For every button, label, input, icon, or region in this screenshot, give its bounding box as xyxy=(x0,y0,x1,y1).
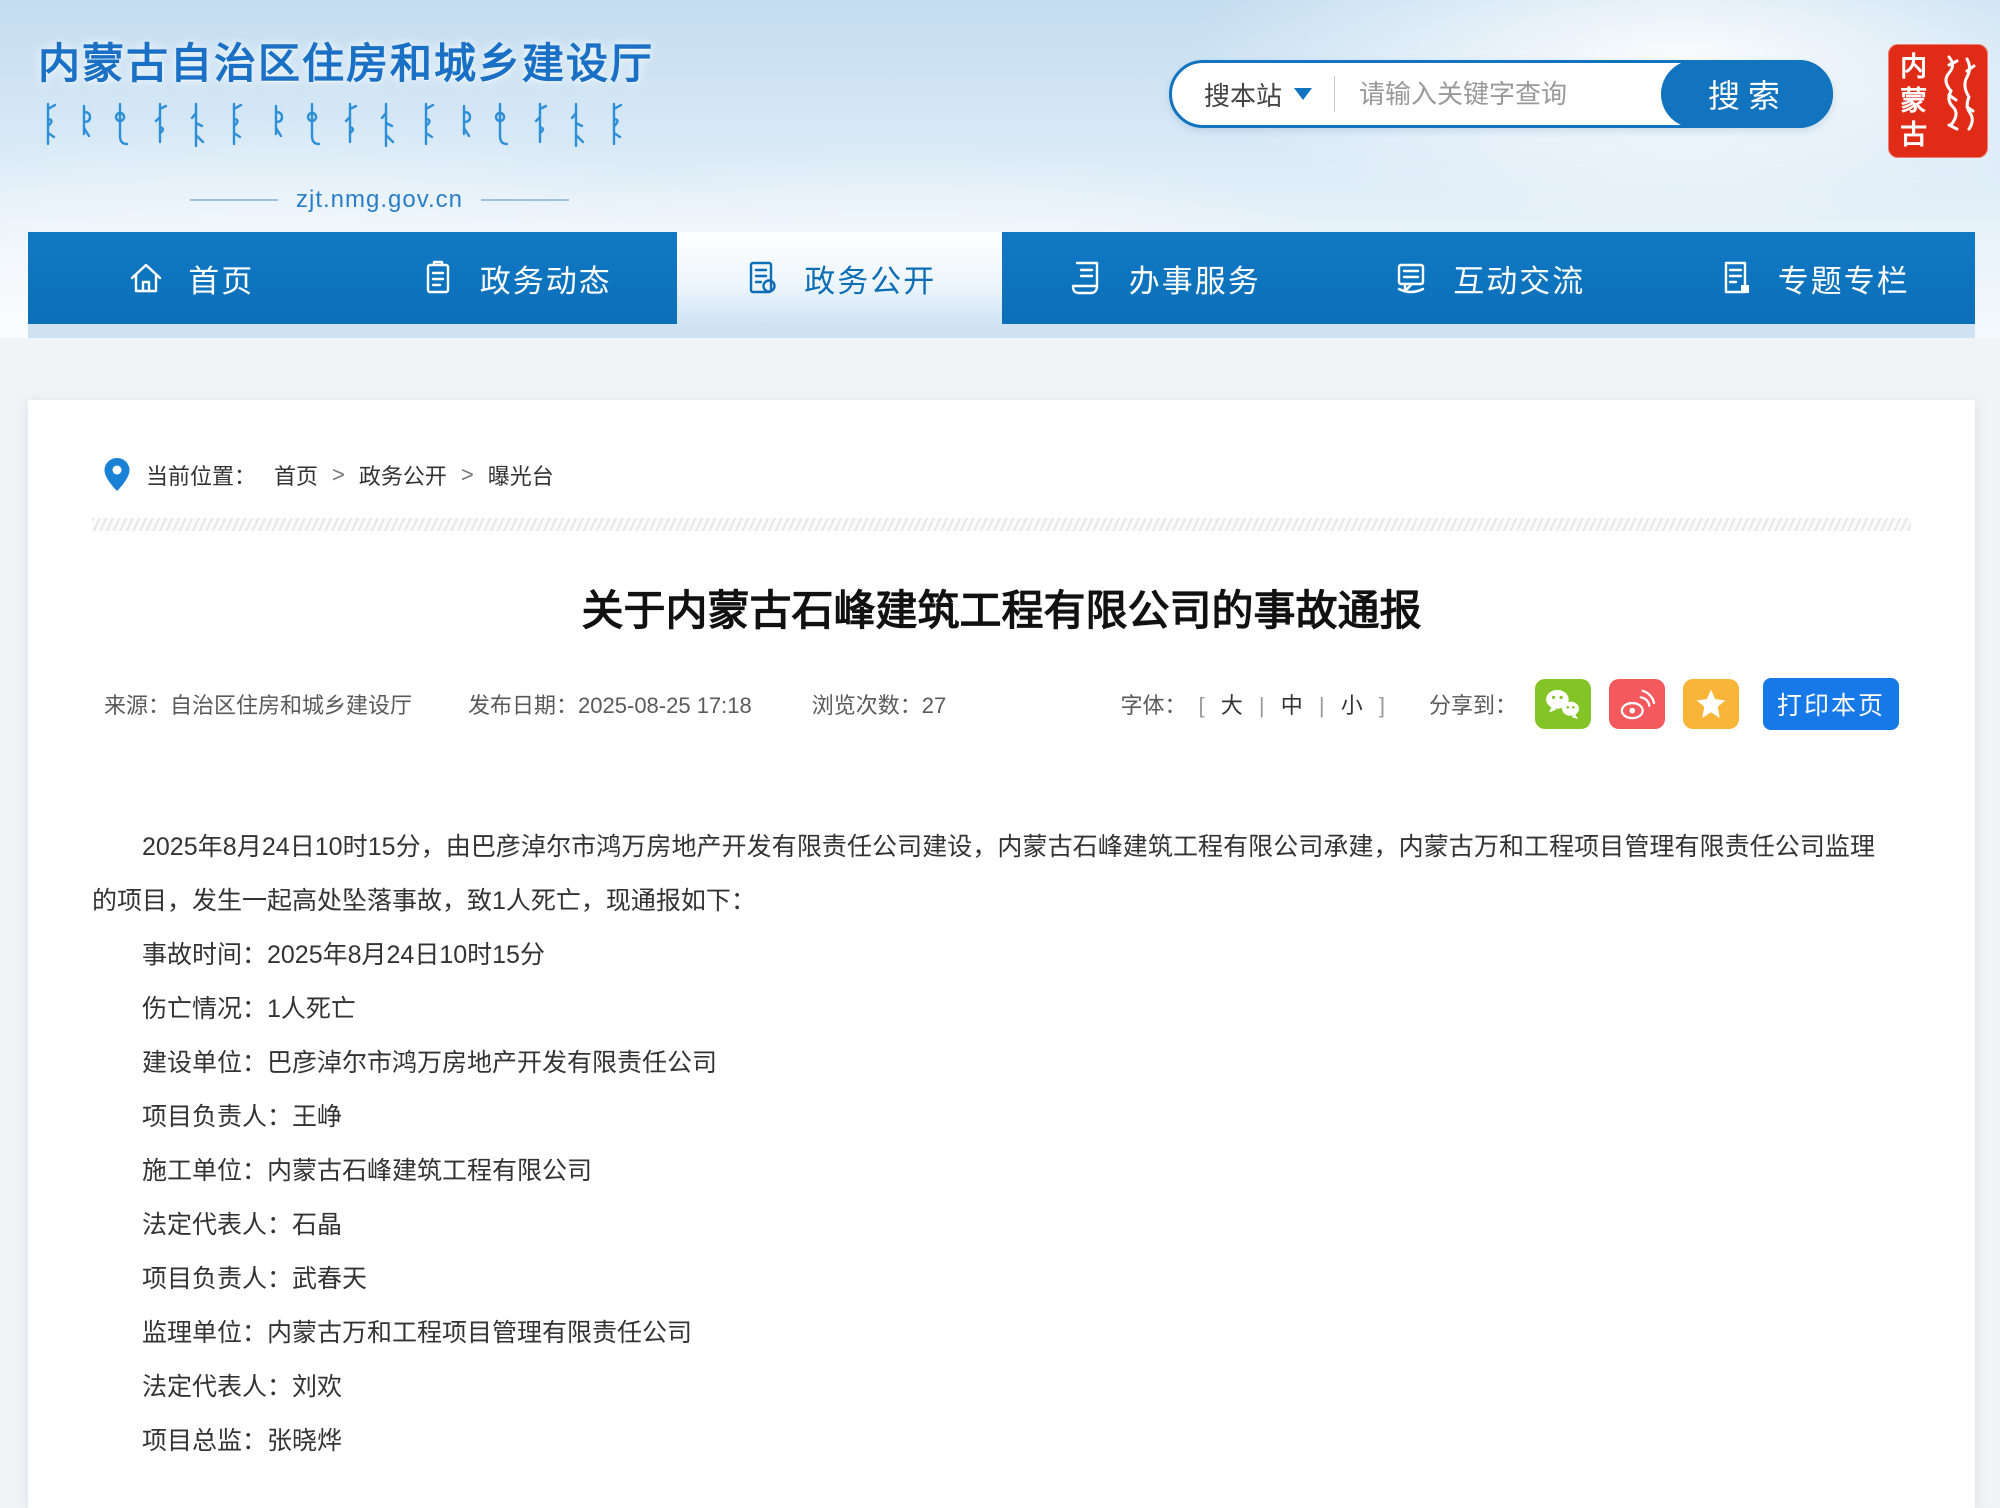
article-paragraph: 项目负责人：王峥 xyxy=(92,1090,1875,1144)
star-icon xyxy=(1693,687,1729,721)
clipboard-icon xyxy=(418,258,458,298)
site-url: zjt.nmg.gov.cn xyxy=(296,186,463,214)
article-paragraph: 2025年8月24日10时15分，由巴彦淖尔市鸿万房地产开发有限责任公司建设，内… xyxy=(92,820,1875,928)
article-title: 关于内蒙古石峰建筑工程有限公司的事故通报 xyxy=(92,577,1911,638)
share-label: 分享到： xyxy=(1429,688,1517,720)
article-paragraph: 监理单位：内蒙古万和工程项目管理有限责任公司 xyxy=(92,1306,1875,1360)
site-header: 内蒙古自治区住房和城乡建设厅 zjt.nmg.gov.cn xyxy=(0,0,2000,232)
article-paragraph: 法定代表人：石晶 xyxy=(92,1198,1875,1252)
site-url-row: zjt.nmg.gov.cn xyxy=(190,186,569,214)
breadcrumb-separator: > xyxy=(461,462,474,488)
inner-mongolia-seal: 内 蒙 古 xyxy=(1888,44,1988,158)
article-paragraph: 施工单位：内蒙古石峰建筑工程有限公司 xyxy=(92,1144,1875,1198)
meta-tools: 字体： [ 大 | 中 | 小 ] 分享到： xyxy=(1120,678,1899,730)
breadcrumb-label: 当前位置： xyxy=(146,459,256,491)
article-meta-bar: 来源：自治区住房和城乡建设厅 发布日期：2025-08-25 17:18 浏览次… xyxy=(92,678,1911,730)
main-nav: 首页 政务动态 政务公开 办事服务 互动交流 xyxy=(28,232,1975,324)
article-paragraph: 项目负责人：武春天 xyxy=(92,1252,1875,1306)
article-paragraph: 建设单位：巴彦淖尔市鸿万房地产开发有限责任公司 xyxy=(92,1036,1875,1090)
article-body: 2025年8月24日10时15分，由巴彦淖尔市鸿万房地产开发有限责任公司建设，内… xyxy=(92,820,1911,1468)
nav-item-label: 专题专栏 xyxy=(1778,256,1910,301)
seal-mongolian-script xyxy=(1937,51,1979,151)
nav-item-news[interactable]: 政务动态 xyxy=(353,232,678,324)
seal-chinese-text: 内 蒙 古 xyxy=(1897,50,1931,152)
nav-item-label: 互动交流 xyxy=(1453,256,1585,301)
location-pin-icon xyxy=(104,458,130,492)
font-size-medium[interactable]: 中 xyxy=(1281,693,1303,718)
article-paragraph: 事故时间：2025年8月24日10时15分 xyxy=(92,928,1875,982)
breadcrumb-link-exposure[interactable]: 曝光台 xyxy=(488,459,554,491)
nav-item-services[interactable]: 办事服务 xyxy=(1002,232,1327,324)
home-icon xyxy=(126,258,166,298)
wechat-share-button[interactable] xyxy=(1535,679,1591,729)
search-bar: 搜本站 搜索 xyxy=(1169,60,1833,128)
search-input[interactable] xyxy=(1357,78,1691,111)
sky-header-zone: 内蒙古自治区住房和城乡建设厅 zjt.nmg.gov.cn xyxy=(0,0,2000,338)
interaction-chat-icon xyxy=(1391,258,1431,298)
article-paragraph: 项目总监：张晓烨 xyxy=(92,1414,1875,1468)
site-title: 内蒙古自治区住房和城乡建设厅 xyxy=(38,30,654,91)
wechat-icon xyxy=(1544,688,1582,720)
nav-item-home[interactable]: 首页 xyxy=(28,232,353,324)
font-size-large[interactable]: 大 xyxy=(1221,693,1243,718)
nav-item-interaction[interactable]: 互动交流 xyxy=(1326,232,1651,324)
weibo-share-button[interactable] xyxy=(1609,679,1665,729)
article-paragraph: 伤亡情况：1人死亡 xyxy=(92,982,1875,1036)
weibo-icon xyxy=(1618,687,1656,721)
url-right-line xyxy=(481,199,569,201)
nav-item-special-columns[interactable]: 专题专栏 xyxy=(1651,232,1976,324)
nav-item-label: 首页 xyxy=(188,256,254,301)
service-scroll-icon xyxy=(1067,258,1107,298)
url-left-line xyxy=(190,199,278,201)
mongolian-script-decoration xyxy=(44,102,634,157)
search-divider xyxy=(1334,76,1335,112)
search-button[interactable]: 搜索 xyxy=(1661,60,1833,128)
nav-item-label: 办事服务 xyxy=(1129,256,1261,301)
font-size-label: 字体： xyxy=(1120,688,1186,720)
hatched-divider xyxy=(92,518,1911,531)
content-panel: 当前位置： 首页 > 政务公开 > 曝光台 关于内蒙古石峰建筑工程有限公司的事故… xyxy=(28,400,1975,1508)
print-page-button[interactable]: 打印本页 xyxy=(1763,678,1899,730)
meta-source: 来源：自治区住房和城乡建设厅 xyxy=(104,688,412,720)
meta-view-count: 浏览次数：27 xyxy=(812,688,947,720)
document-public-icon xyxy=(742,258,782,298)
font-size-switcher: [ 大 | 中 | 小 ] xyxy=(1199,688,1385,720)
breadcrumb-separator: > xyxy=(332,462,345,488)
chevron-down-icon xyxy=(1294,88,1312,100)
nav-item-label: 政务动态 xyxy=(480,256,612,301)
meta-publish-date: 发布日期：2025-08-25 17:18 xyxy=(468,688,752,720)
nav-item-label: 政务公开 xyxy=(804,256,936,301)
article-paragraph: 法定代表人：刘欢 xyxy=(92,1360,1875,1414)
nav-item-public-info[interactable]: 政务公开 xyxy=(677,232,1002,324)
breadcrumb: 当前位置： 首页 > 政务公开 > 曝光台 xyxy=(92,458,1911,492)
qzone-share-button[interactable] xyxy=(1683,679,1739,729)
special-column-icon xyxy=(1716,258,1756,298)
breadcrumb-link-home[interactable]: 首页 xyxy=(274,459,318,491)
breadcrumb-link-public-info[interactable]: 政务公开 xyxy=(359,459,447,491)
search-scope-dropdown[interactable]: 搜本站 xyxy=(1204,76,1312,113)
font-size-small[interactable]: 小 xyxy=(1341,693,1363,718)
nav-bottom-strip xyxy=(28,324,1975,338)
search-scope-label: 搜本站 xyxy=(1204,76,1282,113)
